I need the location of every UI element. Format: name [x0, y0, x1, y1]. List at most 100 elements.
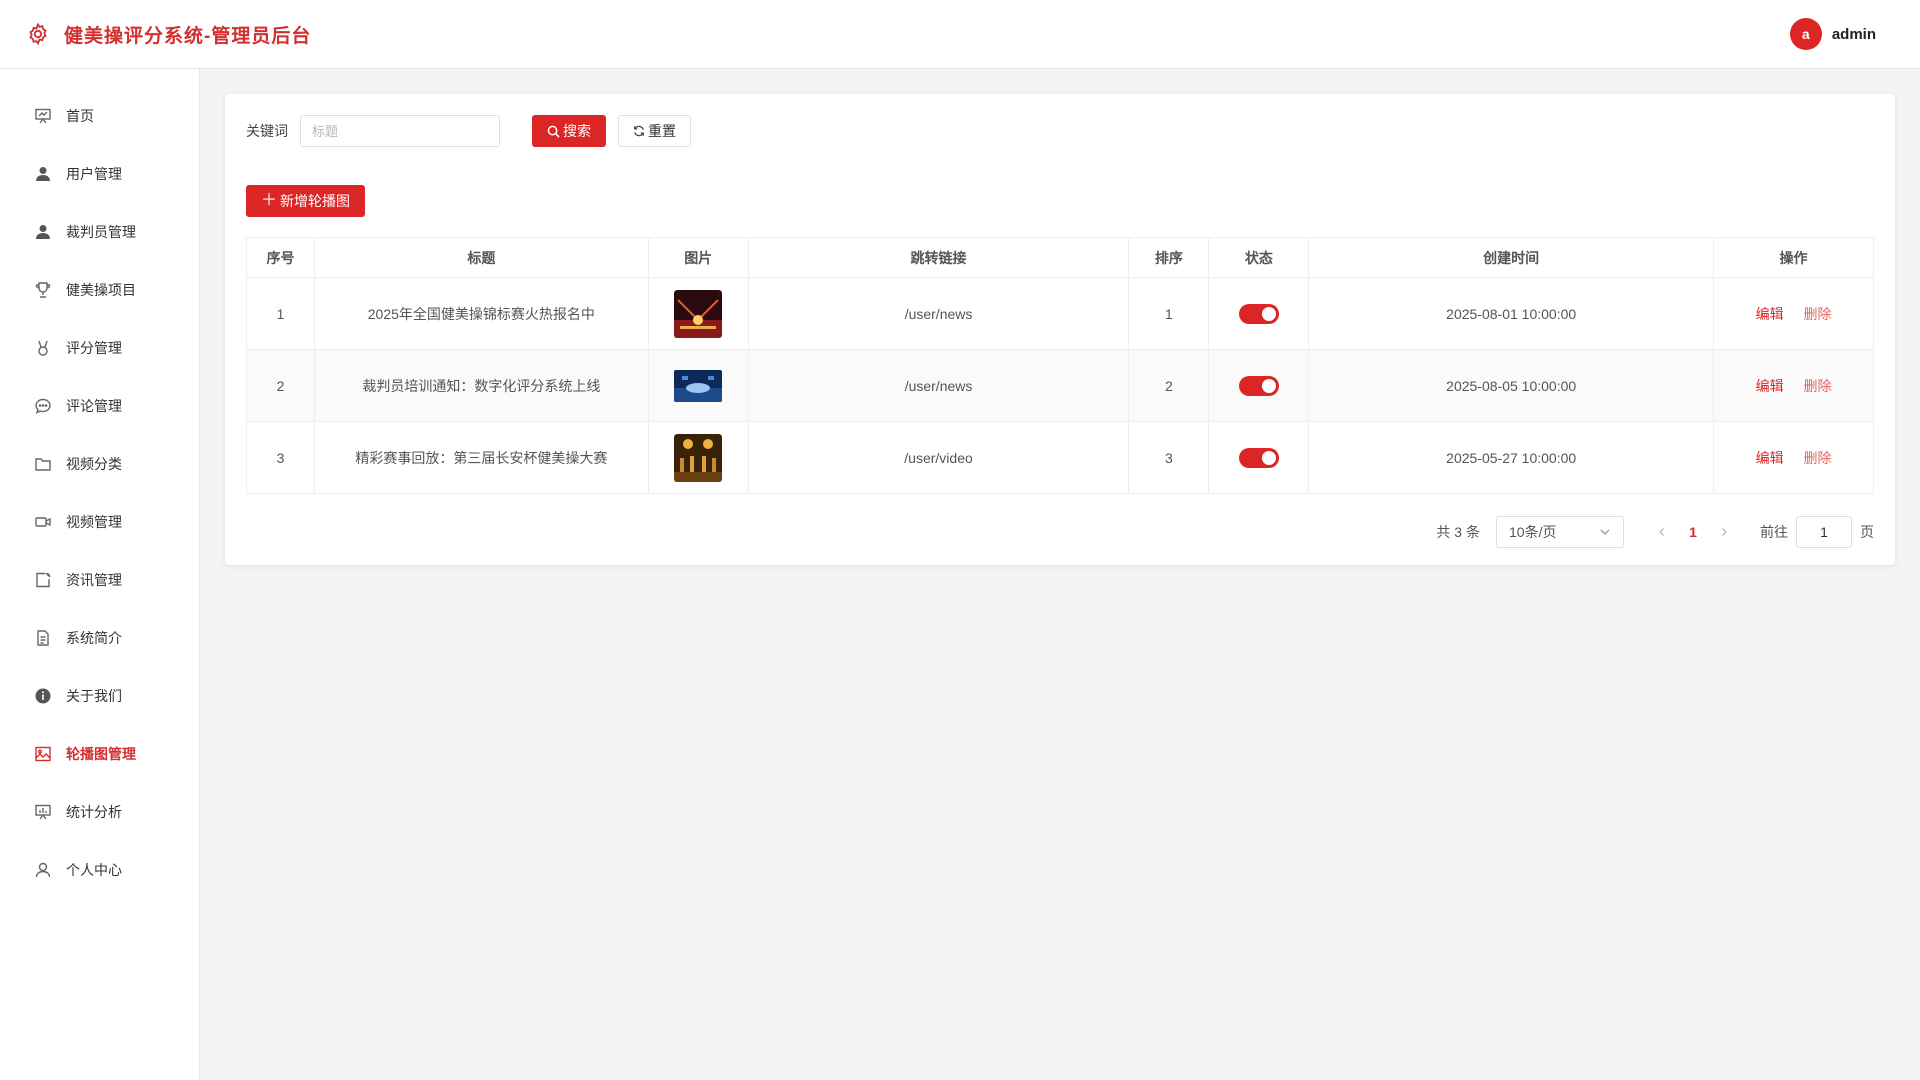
row-sort: 3	[1128, 421, 1210, 494]
next-page-button[interactable]	[1710, 524, 1738, 540]
sidebar-item-label: 健美操项目	[66, 282, 136, 298]
column-header: 创建时间	[1308, 237, 1715, 278]
toolbar: ＋ 新增轮播图	[246, 185, 1874, 217]
refresh-icon	[634, 125, 644, 137]
sidebar-item-label: 关于我们	[66, 688, 122, 704]
edit-link[interactable]: 编辑	[1756, 450, 1784, 466]
sidebar-item-label: 系统简介	[66, 630, 122, 646]
row-index: 3	[246, 421, 315, 494]
news-icon	[36, 572, 51, 588]
row-sort: 2	[1128, 349, 1210, 422]
carousel-thumbnail[interactable]	[674, 369, 723, 402]
row-index: 2	[246, 349, 315, 422]
user-icon	[36, 225, 50, 239]
column-header: 跳转链接	[747, 237, 1130, 278]
sidebar-item-carousel[interactable]: 轮播图管理	[0, 725, 199, 783]
row-created: 2025-08-01 10:00:00	[1308, 277, 1715, 350]
carousel-thumbnail[interactable]	[674, 289, 723, 338]
edit-link[interactable]: 编辑	[1756, 306, 1784, 322]
search-button-label: 搜索	[563, 123, 591, 139]
table-row: 2 裁判员培训通知：数字化评分系统上线 /user/news 2 2025-08…	[246, 349, 1874, 422]
row-status-cell	[1208, 421, 1310, 494]
column-header: 操作	[1713, 237, 1874, 278]
carousel-panel: 关键词 搜索 重置 ＋ 新增轮播图 序号 标题 图片 跳转链接 排序	[225, 94, 1895, 565]
status-toggle[interactable]	[1238, 447, 1279, 468]
sidebar-item-label: 统计分析	[66, 804, 122, 820]
row-created: 2025-08-05 10:00:00	[1308, 349, 1715, 422]
reset-button[interactable]: 重置	[618, 115, 691, 147]
video-camera-icon	[35, 517, 51, 527]
goto-page-input[interactable]	[1796, 516, 1852, 548]
delete-link[interactable]: 删除	[1803, 378, 1831, 394]
user-menu[interactable]: a admin	[1789, 18, 1876, 50]
keyword-input[interactable]	[300, 115, 500, 147]
medal-icon	[38, 340, 48, 356]
avatar[interactable]: a	[1789, 18, 1822, 50]
folder-icon	[35, 458, 51, 471]
row-link: /user/news	[747, 349, 1130, 422]
user-icon	[36, 167, 50, 181]
sidebar-item-projects[interactable]: 健美操项目	[0, 261, 199, 319]
search-button[interactable]: 搜索	[532, 115, 606, 147]
chevron-down-icon	[1600, 529, 1610, 535]
sidebar-item-label: 轮播图管理	[66, 746, 136, 762]
chevron-left-icon	[1659, 528, 1664, 536]
table-row: 3 精彩赛事回放：第三届长安杯健美操大赛 /user/video 3 2025-…	[246, 421, 1874, 494]
row-actions: 编辑 删除	[1713, 277, 1874, 350]
column-header: 排序	[1128, 237, 1210, 278]
sidebar-item-comments[interactable]: 评论管理	[0, 377, 199, 435]
sidebar-item-label: 用户管理	[66, 166, 122, 182]
column-header: 图片	[647, 237, 749, 278]
sidebar-item-label: 个人中心	[66, 862, 122, 878]
column-header: 标题	[313, 237, 649, 278]
info-icon	[35, 688, 51, 704]
sidebar-item-intro[interactable]: 系统简介	[0, 609, 199, 667]
delete-link[interactable]: 删除	[1803, 450, 1831, 466]
reset-button-label: 重置	[648, 123, 676, 139]
page-number[interactable]: 1	[1676, 524, 1710, 540]
prev-page-button[interactable]	[1648, 524, 1676, 540]
plus-icon: ＋	[261, 192, 278, 209]
gear-icon	[29, 22, 47, 46]
username[interactable]: admin	[1832, 26, 1876, 43]
row-status-cell	[1208, 277, 1310, 350]
status-toggle[interactable]	[1238, 375, 1279, 396]
sidebar-item-users[interactable]: 用户管理	[0, 145, 199, 203]
sidebar-item-home[interactable]: 首页	[0, 87, 199, 145]
sidebar-item-about[interactable]: 关于我们	[0, 667, 199, 725]
carousel-thumbnail[interactable]	[674, 433, 723, 482]
row-image-cell	[647, 277, 749, 350]
row-link: /user/news	[747, 277, 1130, 350]
pagination: 共 3 条 10条/页 1 前往 页	[246, 516, 1874, 548]
row-status-cell	[1208, 349, 1310, 422]
brand: 健美操评分系统-管理员后台	[26, 21, 311, 48]
column-header: 状态	[1208, 237, 1310, 278]
add-carousel-button[interactable]: ＋ 新增轮播图	[246, 185, 366, 217]
sidebar-item-news[interactable]: 资讯管理	[0, 551, 199, 609]
carousel-table: 序号 标题 图片 跳转链接 排序 状态 创建时间 操作 1 2025年全国健美操…	[246, 237, 1874, 494]
table-row: 1 2025年全国健美操锦标赛火热报名中 /user/news 1 2025-0…	[246, 277, 1874, 350]
sidebar-item-label: 视频分类	[66, 456, 122, 472]
dashboard-icon	[35, 108, 51, 124]
edit-link[interactable]: 编辑	[1756, 378, 1784, 394]
sidebar-item-statistics[interactable]: 统计分析	[0, 783, 199, 841]
sidebar-item-scores[interactable]: 评分管理	[0, 319, 199, 377]
stage-image	[674, 289, 723, 338]
status-toggle[interactable]	[1238, 303, 1279, 324]
page-size-select[interactable]: 10条/页	[1496, 516, 1624, 548]
page-suffix: 页	[1860, 524, 1874, 540]
chart-icon	[35, 804, 51, 820]
table-header: 序号 标题 图片 跳转链接 排序 状态 创建时间 操作	[246, 237, 1874, 278]
delete-link[interactable]: 删除	[1803, 306, 1831, 322]
sidebar-item-label: 裁判员管理	[66, 224, 136, 240]
sidebar-item-profile[interactable]: 个人中心	[0, 841, 199, 899]
sidebar-item-judges[interactable]: 裁判员管理	[0, 203, 199, 261]
top-header: 健美操评分系统-管理员后台 a admin	[0, 0, 1920, 69]
document-icon	[37, 630, 49, 646]
training-image	[674, 369, 723, 402]
sidebar-item-label: 视频管理	[66, 514, 122, 530]
sidebar-item-video-categories[interactable]: 视频分类	[0, 435, 199, 493]
sidebar-item-videos[interactable]: 视频管理	[0, 493, 199, 551]
search-icon	[547, 125, 560, 138]
comment-icon	[35, 398, 51, 414]
